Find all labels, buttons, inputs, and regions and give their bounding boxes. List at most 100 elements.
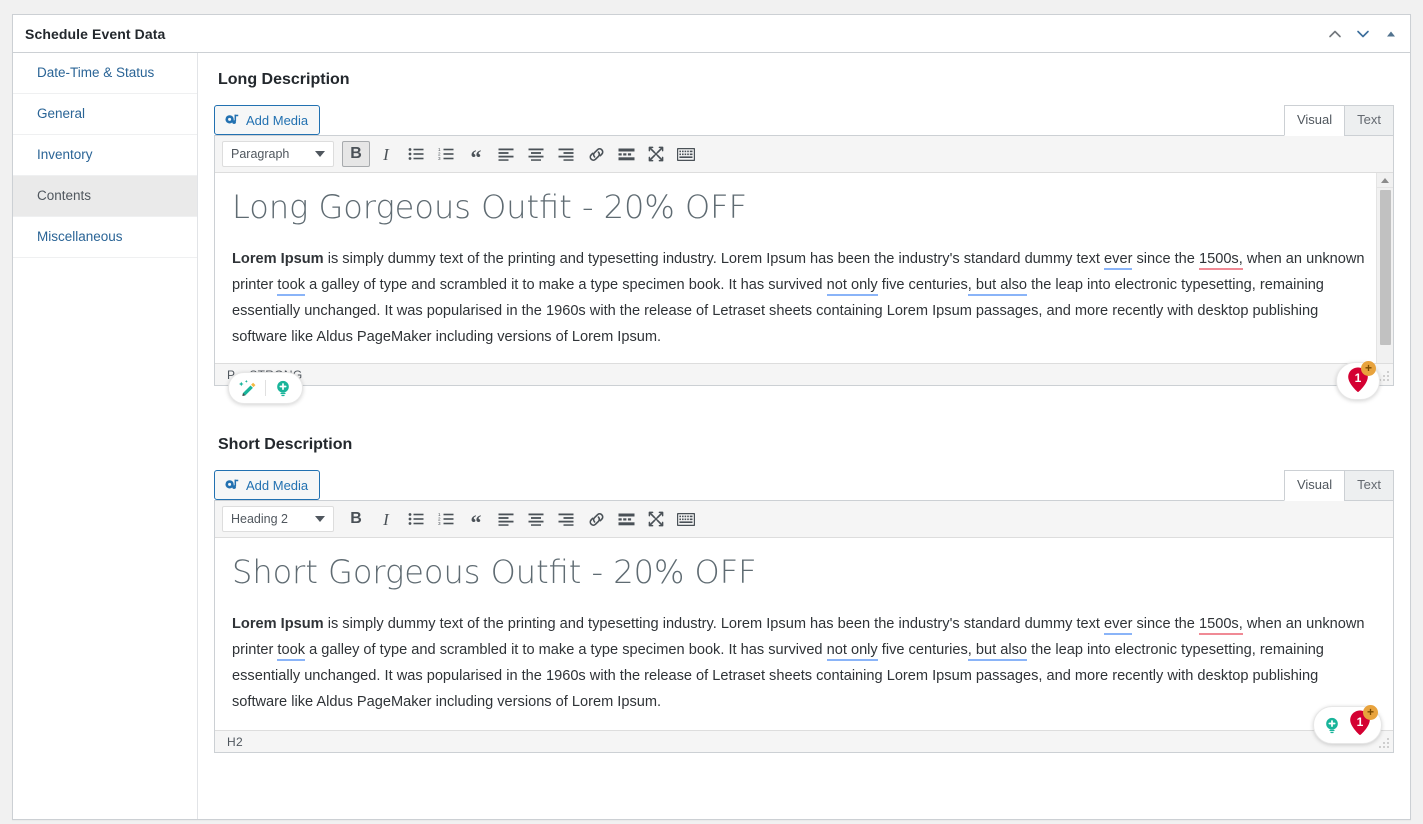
lightbulb-icon[interactable] bbox=[1321, 714, 1343, 736]
tab-visual-short[interactable]: Visual bbox=[1284, 470, 1345, 501]
toolbar-toggle-button[interactable] bbox=[672, 141, 700, 167]
short-description-title-text: Short Gorgeous Outfit - 20% OFF bbox=[232, 554, 1371, 591]
element-path: H2 bbox=[227, 735, 243, 749]
spelling-error-1500s[interactable]: 1500s, bbox=[1199, 251, 1243, 270]
toolbar-toggle-button[interactable] bbox=[672, 506, 700, 532]
screen-root: Schedule Event Data Date-Time & Status G… bbox=[0, 0, 1423, 824]
sidebar-item-date-time-status[interactable]: Date-Time & Status bbox=[13, 53, 197, 94]
editor-mode-tabs: Visual Text bbox=[1285, 105, 1394, 136]
panel-content: Long Description bbox=[198, 53, 1410, 819]
grammar-suggestion-but-also[interactable]: , but also bbox=[968, 642, 1027, 661]
long-description-heading: Long Description bbox=[218, 71, 1394, 89]
short-description-heading: Short Description bbox=[218, 436, 1394, 454]
align-left-button[interactable] bbox=[492, 506, 520, 532]
read-more-button[interactable] bbox=[612, 141, 640, 167]
long-description-content-area[interactable]: Long Gorgeous Outfit - 20% OFF Lorem Ips… bbox=[215, 173, 1393, 363]
add-issue-plus-icon[interactable]: + bbox=[1361, 361, 1376, 376]
grammar-suggestion-ever[interactable]: ever bbox=[1104, 616, 1132, 635]
schedule-event-data-panel: Schedule Event Data Date-Time & Status G… bbox=[12, 14, 1411, 820]
spelling-error-1500s[interactable]: 1500s, bbox=[1199, 616, 1243, 635]
para-seg-2: since the bbox=[1132, 616, 1199, 632]
insert-link-button[interactable] bbox=[582, 141, 610, 167]
add-issue-plus-icon[interactable]: + bbox=[1363, 705, 1378, 720]
align-right-button[interactable] bbox=[552, 141, 580, 167]
chevron-down-icon bbox=[315, 151, 325, 157]
para-seg-4: a galley of type and scrambled it to mak… bbox=[305, 277, 827, 293]
chevron-down-icon bbox=[315, 516, 325, 522]
editor-mode-tabs-short: Visual Text bbox=[1285, 470, 1394, 501]
svg-text:3: 3 bbox=[438, 521, 441, 526]
issue-count-badge[interactable]: 1 + bbox=[1344, 366, 1372, 396]
bullet-list-button[interactable] bbox=[402, 506, 430, 532]
para-seg-4: a galley of type and scrambled it to mak… bbox=[305, 642, 827, 658]
lightbulb-icon[interactable] bbox=[272, 377, 294, 399]
sidebar-item-inventory[interactable]: Inventory bbox=[13, 135, 197, 176]
collapse-down-icon[interactable] bbox=[1350, 19, 1376, 49]
align-center-button[interactable] bbox=[522, 141, 550, 167]
page-title: Schedule Event Data bbox=[25, 26, 165, 42]
bold-button[interactable]: B bbox=[342, 141, 370, 167]
add-media-label: Add Media bbox=[246, 479, 308, 492]
lead-bold-text: Lorem Ipsum bbox=[232, 616, 324, 632]
scrollbar-thumb[interactable] bbox=[1380, 190, 1391, 345]
collapse-up-icon[interactable] bbox=[1322, 19, 1348, 49]
tab-text[interactable]: Text bbox=[1344, 105, 1394, 136]
toggle-panel-icon[interactable] bbox=[1378, 19, 1404, 49]
italic-button[interactable]: I bbox=[372, 141, 400, 167]
italic-button[interactable]: I bbox=[372, 506, 400, 532]
writing-assistant-pill bbox=[228, 372, 303, 404]
align-center-button[interactable] bbox=[522, 506, 550, 532]
magic-pencil-icon[interactable] bbox=[237, 377, 259, 399]
para-seg-1: is simply dummy text of the printing and… bbox=[324, 616, 1104, 632]
issue-count-pill: 1 + bbox=[1336, 362, 1380, 400]
panel-body: Date-Time & Status General Inventory Con… bbox=[13, 53, 1410, 819]
writing-assistant-pill-short: 1 + bbox=[1313, 706, 1382, 744]
short-description-editor: Add Media Visual Text Heading 2 bbox=[214, 468, 1394, 753]
short-description-content-area[interactable]: Short Gorgeous Outfit - 20% OFF Lorem Ip… bbox=[215, 538, 1393, 730]
lead-bold-text: Lorem Ipsum bbox=[232, 251, 324, 267]
read-more-button[interactable] bbox=[612, 506, 640, 532]
align-left-button[interactable] bbox=[492, 141, 520, 167]
blockquote-button[interactable]: “ bbox=[462, 141, 490, 167]
tab-visual[interactable]: Visual bbox=[1284, 105, 1345, 136]
grammar-suggestion-but-also[interactable]: , but also bbox=[968, 277, 1027, 296]
fullscreen-button[interactable] bbox=[642, 506, 670, 532]
pill-divider bbox=[265, 380, 266, 396]
grammar-suggestion-not-only[interactable]: not only bbox=[827, 277, 878, 296]
align-right-button[interactable] bbox=[552, 506, 580, 532]
issue-count-badge-short[interactable]: 1 + bbox=[1346, 710, 1374, 740]
fullscreen-button[interactable] bbox=[642, 141, 670, 167]
para-seg-5: five centuries bbox=[878, 277, 968, 293]
short-description-status-bar: H2 bbox=[215, 730, 1393, 752]
sidebar-item-general[interactable]: General bbox=[13, 94, 197, 135]
panel-header-actions bbox=[1322, 15, 1404, 52]
para-seg-5: five centuries bbox=[878, 642, 968, 658]
numbered-list-button[interactable]: 123 bbox=[432, 506, 460, 532]
bold-button[interactable]: B bbox=[342, 506, 370, 532]
format-select-short[interactable]: Heading 2 bbox=[222, 506, 334, 532]
blockquote-button[interactable]: “ bbox=[462, 506, 490, 532]
format-select-value: Paragraph bbox=[231, 147, 289, 161]
sidebar-item-contents[interactable]: Contents bbox=[13, 176, 197, 217]
grammar-suggestion-not-only[interactable]: not only bbox=[827, 642, 878, 661]
tab-text-short[interactable]: Text bbox=[1344, 470, 1394, 501]
long-description-body-text: Lorem Ipsum is simply dummy text of the … bbox=[232, 246, 1371, 350]
add-media-button-short[interactable]: Add Media bbox=[214, 470, 320, 500]
grammar-suggestion-took[interactable]: took bbox=[277, 277, 305, 296]
scrollbar-up-arrow-icon[interactable] bbox=[1377, 173, 1393, 188]
long-description-media-row: Add Media Visual Text bbox=[214, 103, 1394, 135]
long-description-mce: Paragraph B I 123 “ bbox=[214, 135, 1394, 386]
bullet-list-button[interactable] bbox=[402, 141, 430, 167]
format-select[interactable]: Paragraph bbox=[222, 141, 334, 167]
panel-side-nav: Date-Time & Status General Inventory Con… bbox=[13, 53, 198, 819]
add-media-icon bbox=[224, 112, 240, 128]
panel-header: Schedule Event Data bbox=[13, 15, 1410, 53]
add-media-button[interactable]: Add Media bbox=[214, 105, 320, 135]
editor-scrollbar[interactable] bbox=[1376, 173, 1393, 363]
resize-handle-icon[interactable] bbox=[1378, 737, 1390, 749]
sidebar-item-miscellaneous[interactable]: Miscellaneous bbox=[13, 217, 197, 258]
grammar-suggestion-ever[interactable]: ever bbox=[1104, 251, 1132, 270]
numbered-list-button[interactable]: 123 bbox=[432, 141, 460, 167]
grammar-suggestion-took[interactable]: took bbox=[277, 642, 305, 661]
insert-link-button[interactable] bbox=[582, 506, 610, 532]
